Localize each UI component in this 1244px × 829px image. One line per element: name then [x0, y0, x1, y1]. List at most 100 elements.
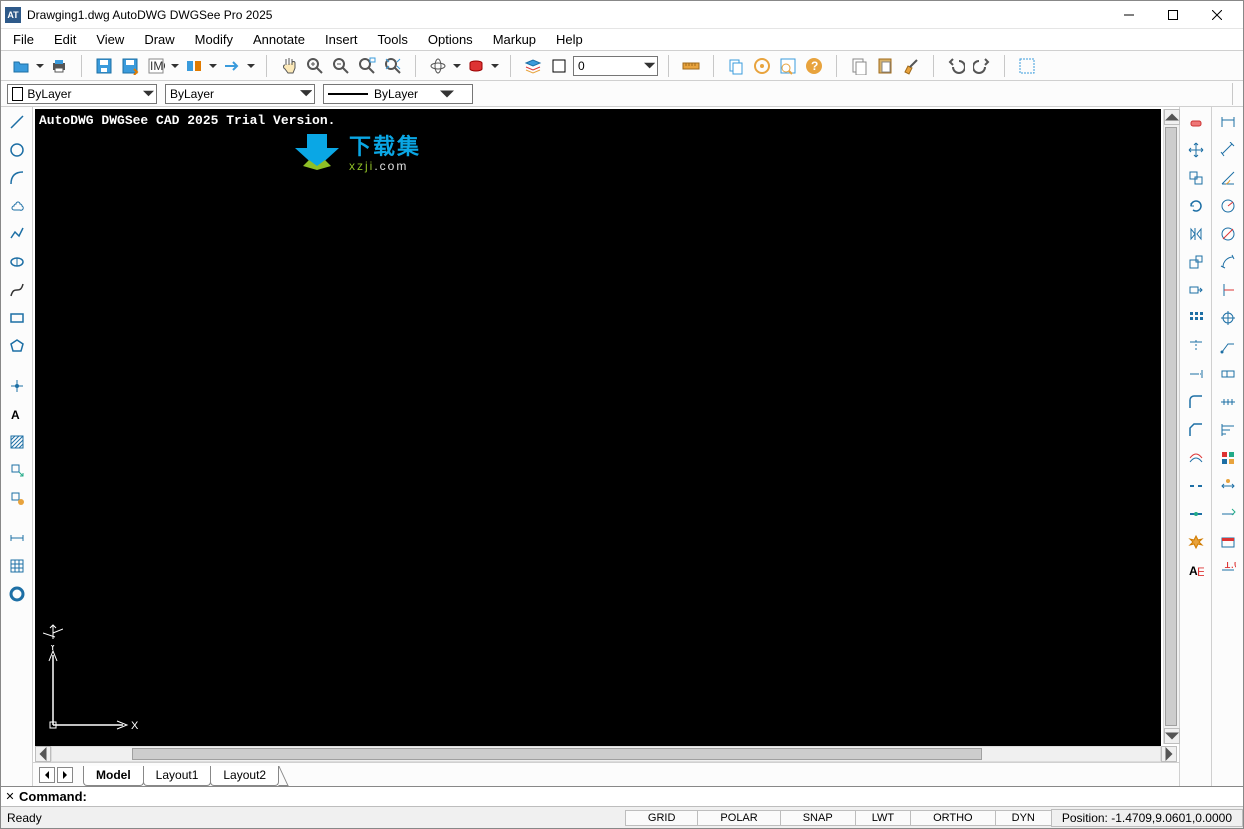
break-tool[interactable] [1185, 475, 1207, 497]
tab-next-button[interactable] [57, 767, 73, 783]
redo-button[interactable] [970, 54, 994, 78]
linetype-input[interactable] [170, 87, 296, 101]
donut-tool[interactable] [6, 583, 28, 605]
export-image-button[interactable]: IMG [144, 54, 168, 78]
clipboard-copy-button[interactable] [847, 54, 871, 78]
zoom-window-button[interactable] [355, 54, 379, 78]
dim-override-tool[interactable]: 1.0 [1217, 559, 1239, 581]
move-tool[interactable] [1185, 139, 1207, 161]
export-dropdown[interactable] [170, 62, 180, 70]
zoom-out-button[interactable] [329, 54, 353, 78]
cmdline-close-button[interactable]: ✕ [3, 790, 17, 804]
grid-toggle[interactable]: GRID [625, 810, 699, 826]
copy-button[interactable] [724, 54, 748, 78]
menu-file[interactable]: File [3, 30, 44, 49]
select-window-button[interactable] [1015, 54, 1039, 78]
chamfer-tool[interactable] [1185, 419, 1207, 441]
point-tool[interactable] [6, 375, 28, 397]
scroll-left-button[interactable] [35, 746, 51, 762]
measure-button[interactable] [679, 54, 703, 78]
spline-tool[interactable] [6, 279, 28, 301]
send-dropdown[interactable] [246, 62, 256, 70]
block-create-tool[interactable] [6, 487, 28, 509]
dim-radius-tool[interactable] [1217, 195, 1239, 217]
snap-toggle[interactable]: SNAP [780, 810, 856, 826]
layer-selector-input[interactable] [578, 59, 640, 73]
mirror-tool[interactable] [1185, 223, 1207, 245]
minimize-button[interactable] [1107, 1, 1151, 29]
menu-markup[interactable]: Markup [483, 30, 546, 49]
rotate-tool[interactable] [1185, 195, 1207, 217]
tolerance-tool[interactable] [1217, 363, 1239, 385]
dim-center-tool[interactable] [1217, 307, 1239, 329]
save-as-button[interactable] [118, 54, 142, 78]
tab-model[interactable]: Model [83, 766, 144, 786]
leader-tool[interactable] [1217, 335, 1239, 357]
line-tool[interactable] [6, 111, 28, 133]
zoom-extents-button[interactable] [381, 54, 405, 78]
menu-edit[interactable]: Edit [44, 30, 86, 49]
arc-tool[interactable] [6, 167, 28, 189]
brush-button[interactable] [899, 54, 923, 78]
scroll-thumb[interactable] [1165, 127, 1177, 726]
dim-angular-tool[interactable] [1217, 167, 1239, 189]
offset-tool[interactable] [1185, 447, 1207, 469]
send-button[interactable] [220, 54, 244, 78]
layer-manager-button[interactable] [521, 54, 545, 78]
menu-insert[interactable]: Insert [315, 30, 368, 49]
layer-color-button[interactable] [547, 54, 571, 78]
circle-tool[interactable] [6, 139, 28, 161]
dim-continue-tool[interactable] [1217, 391, 1239, 413]
vertical-scrollbar[interactable] [1163, 109, 1179, 744]
rectangle-tool[interactable] [6, 307, 28, 329]
scroll-down-button[interactable] [1164, 728, 1180, 744]
scroll-thumb[interactable] [132, 748, 982, 760]
save-button[interactable] [92, 54, 116, 78]
linetype-selector[interactable] [165, 84, 315, 104]
visual-style-button[interactable] [464, 54, 488, 78]
menu-modify[interactable]: Modify [185, 30, 243, 49]
undo-button[interactable] [944, 54, 968, 78]
menu-view[interactable]: View [86, 30, 134, 49]
menu-draw[interactable]: Draw [134, 30, 184, 49]
ellipse-tool[interactable] [6, 251, 28, 273]
block-insert-tool[interactable] [6, 459, 28, 481]
explode-tool[interactable] [1185, 531, 1207, 553]
dim-aligned-tool[interactable] [1217, 139, 1239, 161]
help-button[interactable]: ? [802, 54, 826, 78]
hatch-tool[interactable] [6, 431, 28, 453]
dim-arc-tool[interactable] [1217, 251, 1239, 273]
visual-style-dropdown[interactable] [490, 62, 500, 70]
trim-tool[interactable] [1185, 335, 1207, 357]
3d-orbit-button[interactable] [426, 54, 450, 78]
horizontal-scrollbar[interactable] [35, 746, 1177, 762]
dyn-toggle[interactable]: DYN [995, 810, 1052, 826]
compare-button[interactable] [182, 54, 206, 78]
dimension-tool[interactable] [6, 527, 28, 549]
dim-edit-tool[interactable] [1217, 503, 1239, 525]
3d-orbit-dropdown[interactable] [452, 62, 462, 70]
pan-button[interactable] [277, 54, 301, 78]
qdim-tool[interactable] [1217, 447, 1239, 469]
revcloud-tool[interactable] [6, 195, 28, 217]
extend-tool[interactable] [1185, 363, 1207, 385]
open-dropdown[interactable] [35, 62, 45, 70]
properties-button[interactable] [776, 54, 800, 78]
dim-ordinate-tool[interactable] [1217, 279, 1239, 301]
dim-linear-tool[interactable] [1217, 111, 1239, 133]
find-button[interactable] [750, 54, 774, 78]
polyline-tool[interactable] [6, 223, 28, 245]
open-button[interactable] [9, 54, 33, 78]
compare-dropdown[interactable] [208, 62, 218, 70]
dim-diameter-tool[interactable] [1217, 223, 1239, 245]
tab-layout2[interactable]: Layout2 [210, 766, 279, 786]
array-tool[interactable] [1185, 307, 1207, 329]
dim-style-tool[interactable] [1217, 475, 1239, 497]
polygon-tool[interactable] [6, 335, 28, 357]
menu-annotate[interactable]: Annotate [243, 30, 315, 49]
scale-tool[interactable] [1185, 251, 1207, 273]
text-tool[interactable]: A [6, 403, 28, 425]
join-tool[interactable] [1185, 503, 1207, 525]
maximize-button[interactable] [1151, 1, 1195, 29]
lineweight-selector[interactable] [323, 84, 473, 104]
